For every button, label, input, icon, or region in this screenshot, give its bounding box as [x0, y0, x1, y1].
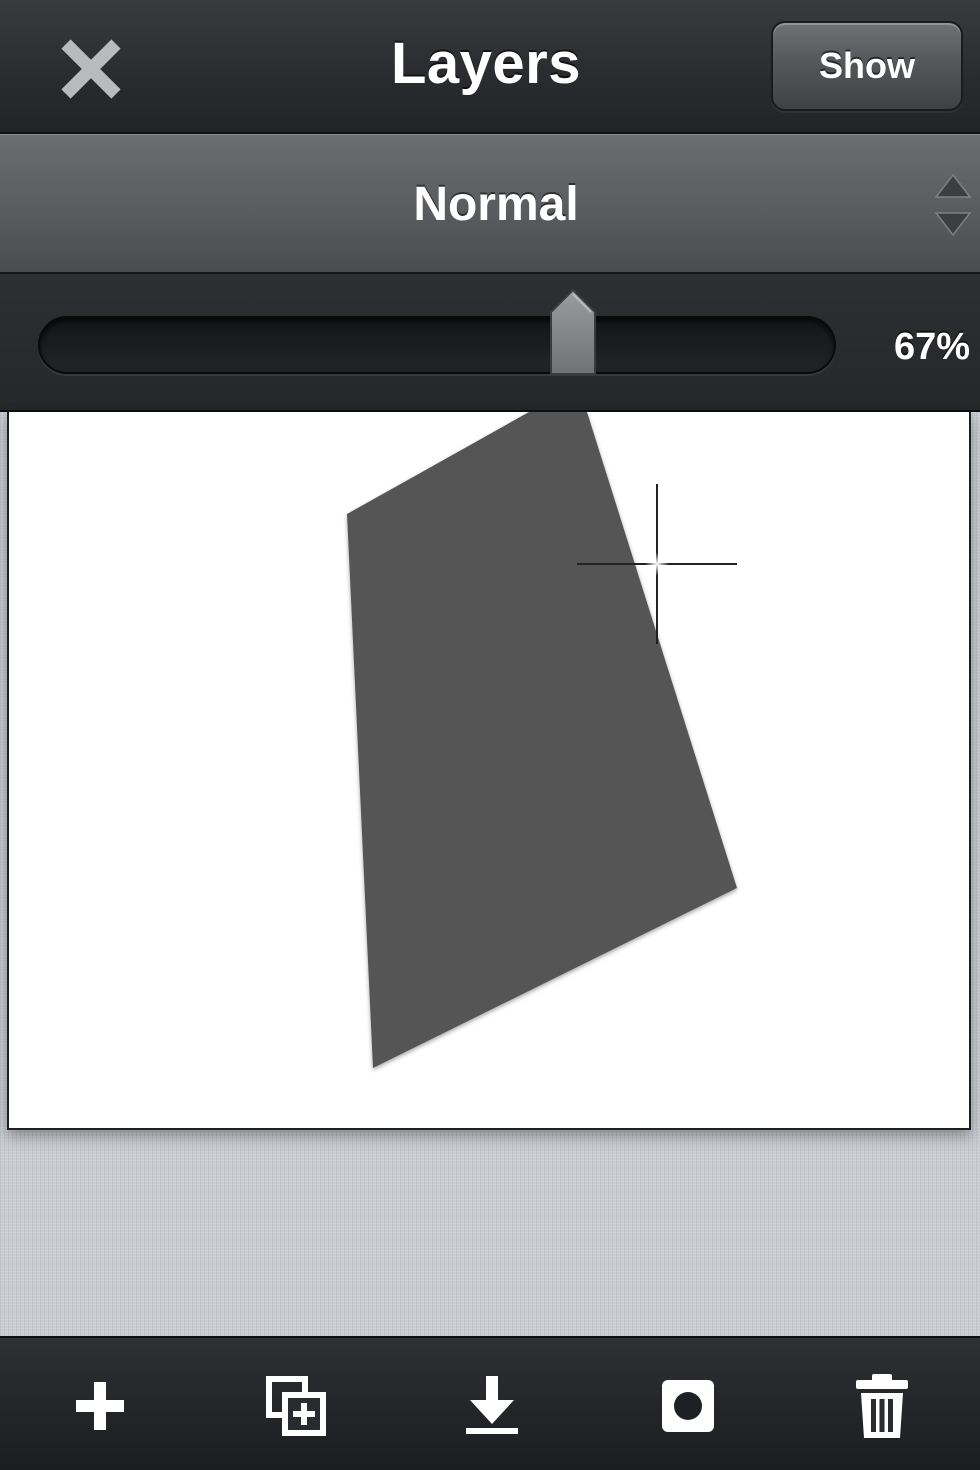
- bottom-toolbar: [0, 1336, 980, 1470]
- page-title: Layers: [390, 31, 582, 96]
- duplicate-layer-button[interactable]: [256, 1366, 336, 1446]
- merge-down-button[interactable]: [452, 1366, 532, 1446]
- nav-bar: Layers Show: [0, 0, 980, 134]
- layer-shape: [347, 412, 737, 1068]
- mask-icon: [662, 1380, 714, 1432]
- opacity-bar: 67%: [0, 274, 980, 412]
- blend-mode-selector[interactable]: Normal: [0, 134, 980, 274]
- add-layer-button[interactable]: [60, 1366, 140, 1446]
- download-arrow-icon: [466, 1376, 518, 1434]
- opacity-slider-thumb[interactable]: [548, 288, 598, 376]
- up-down-arrows-icon: [934, 173, 972, 237]
- duplicate-icon: [266, 1376, 326, 1436]
- layer-mask-button[interactable]: [648, 1366, 728, 1446]
- delete-layer-button[interactable]: [842, 1366, 922, 1446]
- close-button[interactable]: [50, 28, 132, 110]
- show-button[interactable]: Show: [771, 21, 963, 111]
- trash-icon: [856, 1374, 908, 1438]
- plus-icon: [76, 1382, 124, 1430]
- opacity-value: 67%: [893, 326, 970, 368]
- opacity-slider-track[interactable]: [38, 316, 836, 374]
- close-x-icon: [61, 39, 121, 99]
- layer-canvas[interactable]: [7, 412, 971, 1130]
- blend-mode-label: Normal: [413, 178, 579, 231]
